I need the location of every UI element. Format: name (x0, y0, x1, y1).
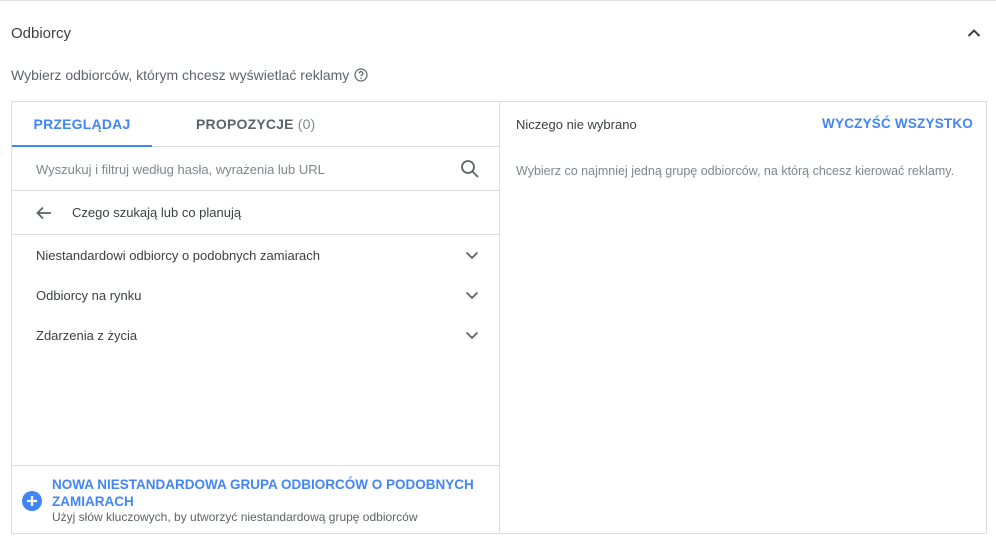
selection-pane: Niczego nie wybrano WYCZYŚĆ WSZYSTKO Wyb… (500, 102, 986, 533)
selection-header: Niczego nie wybrano WYCZYŚĆ WSZYSTKO (500, 102, 986, 147)
chevron-down-icon[interactable] (462, 245, 482, 265)
category-item-in-market[interactable]: Odbiorcy na rynku (12, 275, 499, 315)
new-custom-audience-title[interactable]: NOWA NIESTANDARDOWA GRUPA ODBIORCÓW O PO… (52, 476, 482, 510)
audience-picker-panel: PRZEGLĄDAJ PROPOZYCJE (0) Czego (11, 101, 987, 534)
chevron-up-icon[interactable] (964, 23, 984, 43)
tab-browse[interactable]: PRZEGLĄDAJ (12, 102, 152, 147)
category-item-life-events[interactable]: Zdarzenia z życia (12, 315, 499, 355)
tab-bar: PRZEGLĄDAJ PROPOZYCJE (0) (12, 102, 499, 147)
category-label: Zdarzenia z życia (36, 328, 138, 343)
search-input[interactable] (36, 159, 456, 179)
new-custom-audience-button[interactable]: NOWA NIESTANDARDOWA GRUPA ODBIORCÓW O PO… (12, 465, 499, 533)
category-list: Niestandardowi odbiorcy o podobnych zami… (12, 235, 499, 355)
category-label: Niestandardowi odbiorcy o podobnych zami… (36, 248, 320, 263)
section-title: Odbiorcy (11, 25, 72, 42)
tab-suggestions-label: PROPOZYCJE (196, 116, 294, 132)
category-label: Odbiorcy na rynku (36, 288, 142, 303)
selection-hint: Wybierz co najmniej jedną grupę odbiorcó… (516, 164, 955, 178)
search-bar (12, 147, 499, 191)
section-header[interactable]: Odbiorcy (0, 1, 996, 61)
back-label: Czego szukają lub co planują (72, 205, 242, 220)
section-subtitle: Wybierz odbiorców, którym chcesz wyświet… (11, 67, 350, 83)
search-icon[interactable] (460, 159, 480, 179)
tab-browse-label: PRZEGLĄDAJ (33, 116, 131, 132)
tab-suggestions-count: (0) (297, 116, 316, 132)
tab-suggestions[interactable]: PROPOZYCJE (0) (196, 102, 315, 146)
add-circle-icon[interactable] (22, 491, 42, 511)
back-navigation[interactable]: Czego szukają lub co planują (12, 191, 499, 235)
arrow-back-icon[interactable] (34, 203, 54, 223)
category-item-custom-intent[interactable]: Niestandardowi odbiorcy o podobnych zami… (12, 235, 499, 275)
selection-status: Niczego nie wybrano (516, 117, 637, 132)
subtitle-row: Wybierz odbiorców, którym chcesz wyświet… (11, 66, 368, 84)
clear-all-button[interactable]: WYCZYŚĆ WSZYSTKO (822, 116, 973, 131)
chevron-down-icon[interactable] (462, 285, 482, 305)
browse-pane: PRZEGLĄDAJ PROPOZYCJE (0) Czego (12, 102, 500, 533)
new-custom-audience-description: Użyj słów kluczowych, by utworzyć niesta… (52, 510, 418, 524)
help-circle-icon[interactable] (353, 68, 368, 83)
chevron-down-icon[interactable] (462, 325, 482, 345)
